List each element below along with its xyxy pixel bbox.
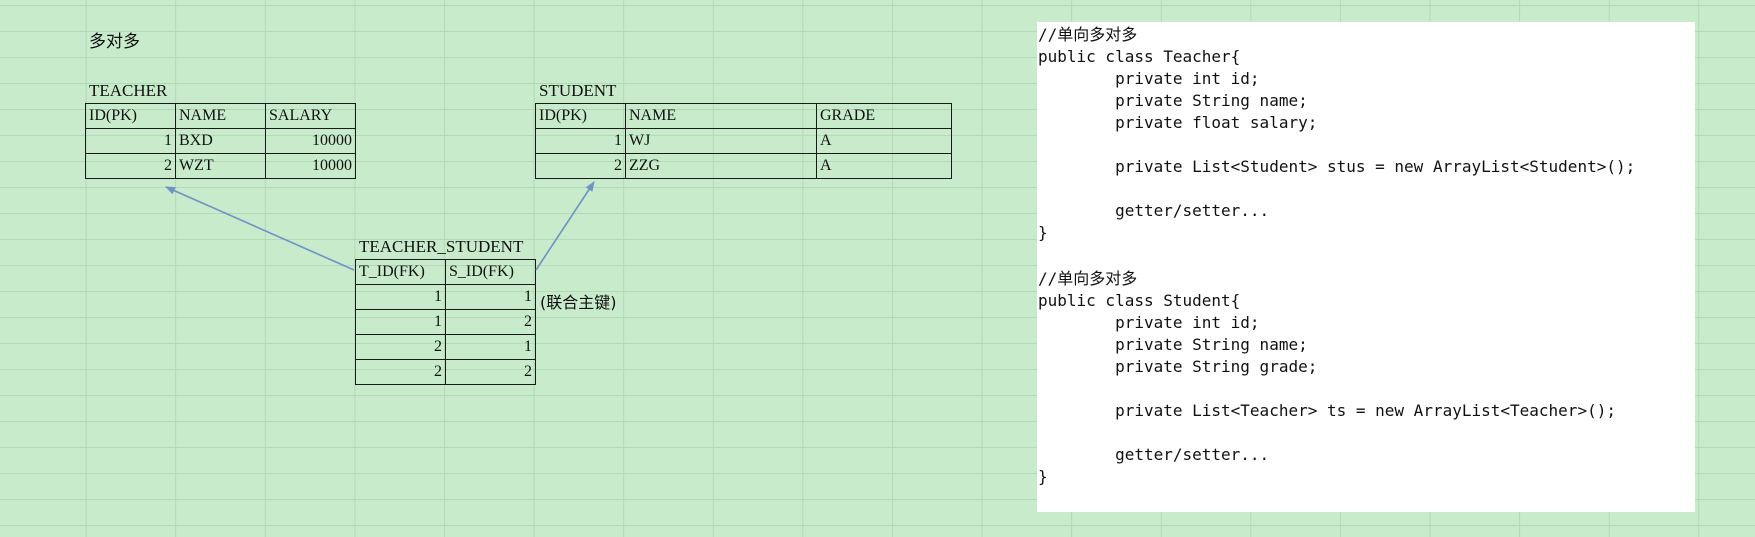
student-class-code: //单向多对多 public class Student{ private in… xyxy=(1038,269,1616,486)
teacher-class-code: //单向多对多 public class Teacher{ private in… xyxy=(1038,25,1636,242)
arrow-to-student xyxy=(535,181,595,271)
arrow-to-teacher xyxy=(165,186,355,271)
code-panel: //单向多对多 public class Teacher{ private in… xyxy=(1037,22,1695,512)
